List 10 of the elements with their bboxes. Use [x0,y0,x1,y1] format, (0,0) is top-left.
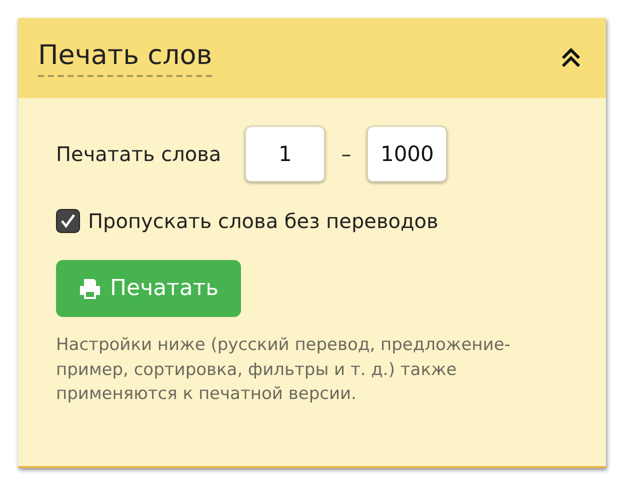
range-from-field[interactable]: 1 [245,126,326,182]
checkbox-label: Пропускать слова без переводов [88,208,438,235]
range-to-field[interactable]: 1000 [367,126,448,182]
checkmark-icon [59,212,77,230]
printer-icon [78,278,102,300]
range-label: Печатать слова [56,141,222,168]
note-text: Настройки ниже (русский перевод, предложение-пример, сортировка, фильтры и т. д.) также применяются к печатной версии. [56,334,512,406]
panel-title: Печать слов [38,39,212,77]
range-separator: – [341,141,352,168]
checkbox[interactable] [56,209,80,233]
